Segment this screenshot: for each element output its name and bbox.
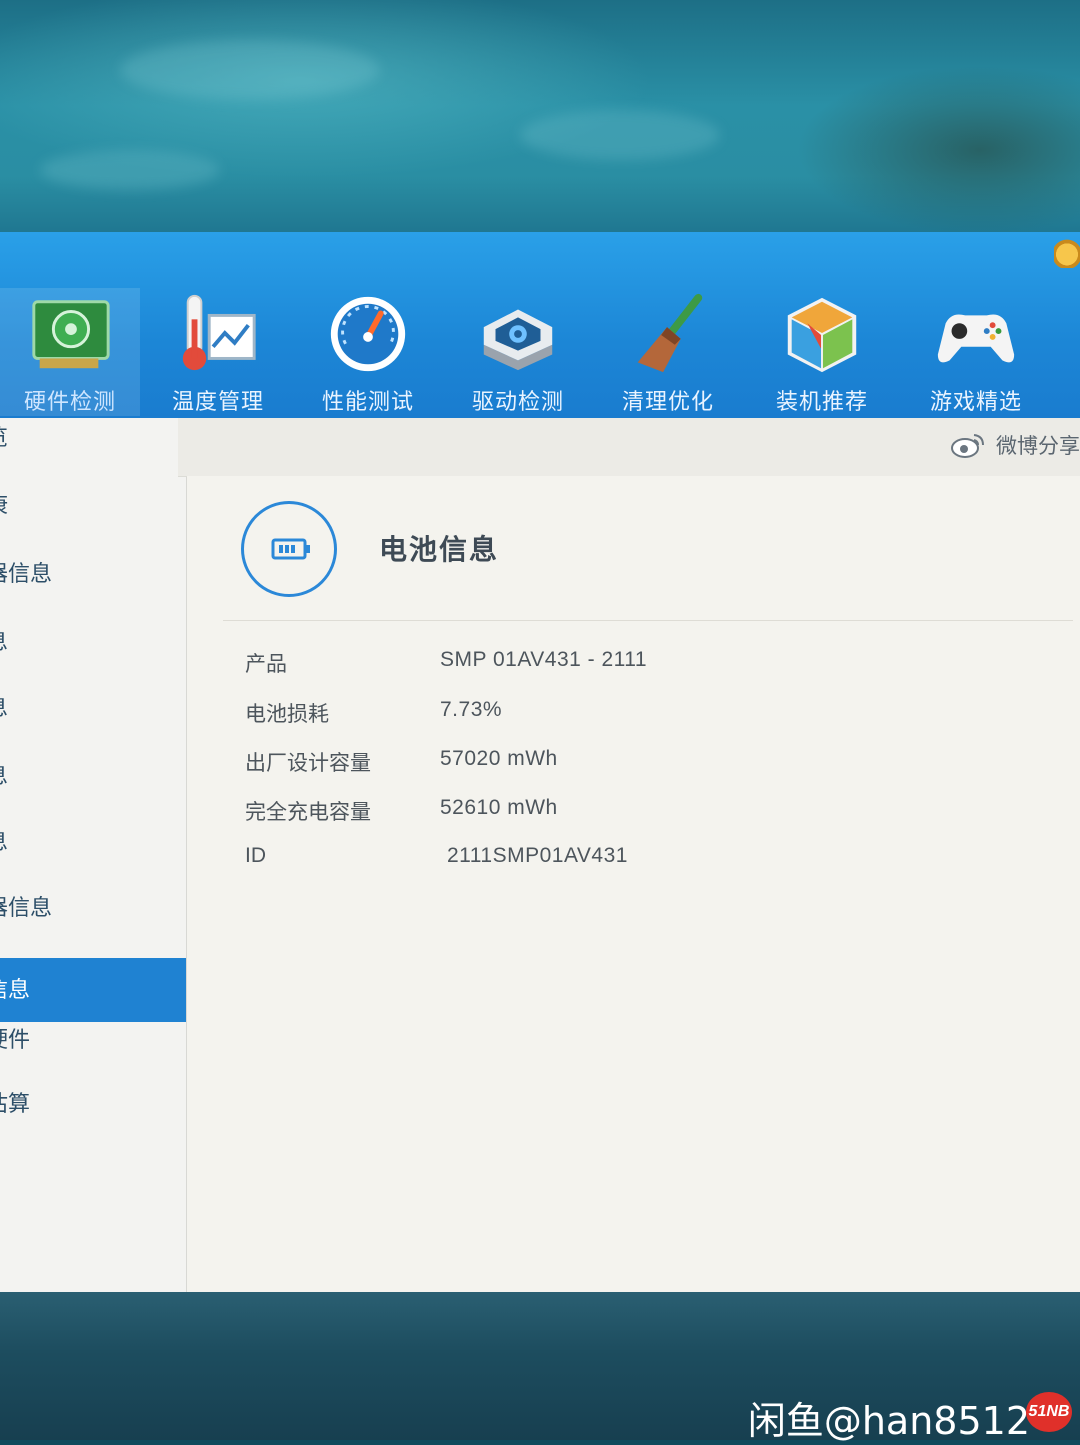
tab-label: 驱动检测 bbox=[471, 389, 564, 414]
hardware-card-icon bbox=[32, 300, 110, 369]
tab-game-picks[interactable]: 游戏精选 bbox=[906, 288, 1046, 416]
app-window: 硬件检测 温度管理 性能测试 驱动检测 清理优化 装机推荐 游戏精选 信息 信息… bbox=[0, 232, 1080, 1292]
divider bbox=[223, 620, 1073, 621]
info-key: 完全充电容量 bbox=[245, 801, 371, 824]
section-title: 电池信息 bbox=[379, 534, 500, 565]
tab-label: 性能测试 bbox=[321, 389, 414, 414]
watermark-text: 闲鱼@han8512 bbox=[747, 1399, 1030, 1443]
tab-label: 装机推荐 bbox=[775, 389, 868, 414]
tab-temperature[interactable]: 温度管理 bbox=[148, 288, 288, 416]
info-value: SMP 01AV431 - 2111 bbox=[440, 648, 648, 671]
info-key: 出厂设计容量 bbox=[245, 752, 371, 775]
info-row-product: 产品 SMP 01AV431 - 2111 bbox=[245, 648, 845, 688]
tab-label: 游戏精选 bbox=[929, 389, 1022, 414]
broom-icon bbox=[637, 293, 703, 373]
speedometer-icon bbox=[330, 296, 406, 372]
sidebar-item[interactable]: 器信息 bbox=[0, 542, 186, 606]
sidebar-item[interactable]: 息 bbox=[0, 676, 186, 740]
info-value: 2111SMP01AV431 bbox=[447, 844, 628, 867]
battery-info-panel: 电池信息 产品 SMP 01AV431 - 2111 电池损耗 7.73% 出厂… bbox=[187, 476, 1080, 1292]
info-key: ID bbox=[245, 844, 266, 867]
gear-box-icon bbox=[483, 309, 553, 371]
info-key: 产品 bbox=[245, 653, 287, 676]
share-label: 微博分享 bbox=[996, 435, 1080, 458]
medal-icon[interactable] bbox=[1054, 234, 1080, 268]
cube-icon bbox=[787, 297, 857, 373]
tab-build-recommend[interactable]: 装机推荐 bbox=[752, 288, 892, 416]
info-value: 52610 mWh bbox=[440, 796, 558, 819]
tab-label: 清理优化 bbox=[621, 389, 714, 414]
sidebar-item[interactable]: 息 bbox=[0, 610, 186, 674]
info-row-id: ID 2111SMP01AV431 bbox=[245, 844, 845, 884]
info-row-design-capacity: 出厂设计容量 57020 mWh bbox=[245, 747, 845, 787]
info-value: 7.73% bbox=[440, 698, 503, 721]
sidebar: 览 康 器信息 息 息 息 息 器信息 信息 硬件 估算 bbox=[0, 418, 187, 1292]
tab-bar: 硬件检测 温度管理 性能测试 驱动检测 清理优化 装机推荐 游戏精选 bbox=[0, 288, 1080, 418]
tab-hardware-check[interactable]: 硬件检测 bbox=[0, 288, 140, 416]
tab-performance[interactable]: 性能测试 bbox=[298, 288, 438, 416]
info-row-full-charge-capacity: 完全充电容量 52610 mWh bbox=[245, 796, 845, 836]
info-row-wear: 电池损耗 7.73% bbox=[245, 698, 845, 738]
sidebar-item[interactable]: 息 bbox=[0, 744, 186, 808]
sidebar-item[interactable]: 康 bbox=[0, 474, 186, 538]
sidebar-item[interactable]: 硬件 bbox=[0, 1008, 186, 1072]
info-key: 电池损耗 bbox=[245, 703, 329, 726]
battery-icon bbox=[271, 538, 310, 560]
main-toolbar: 硬件检测 温度管理 性能测试 驱动检测 清理优化 装机推荐 游戏精选 bbox=[0, 232, 1080, 418]
gamepad-icon bbox=[937, 314, 1015, 363]
sidebar-item[interactable]: 器信息 bbox=[0, 876, 186, 940]
site-logo: 51NB bbox=[1026, 1392, 1072, 1432]
content-toolbar: 微博分享 bbox=[178, 418, 1080, 477]
battery-header-badge bbox=[241, 501, 337, 597]
thermometer-chart-icon bbox=[182, 294, 256, 371]
sidebar-item[interactable]: 估算 bbox=[0, 1072, 186, 1136]
sidebar-item[interactable]: 息 bbox=[0, 810, 186, 874]
weibo-share-button[interactable]: 微博分享 bbox=[950, 430, 1080, 460]
weibo-icon bbox=[951, 434, 984, 458]
tab-cleanup[interactable]: 清理优化 bbox=[598, 288, 738, 416]
sidebar-item[interactable]: 览 bbox=[0, 406, 186, 470]
desktop-wallpaper bbox=[0, 0, 1080, 235]
tab-driver-check[interactable]: 驱动检测 bbox=[448, 288, 588, 416]
info-value: 57020 mWh bbox=[440, 747, 558, 770]
